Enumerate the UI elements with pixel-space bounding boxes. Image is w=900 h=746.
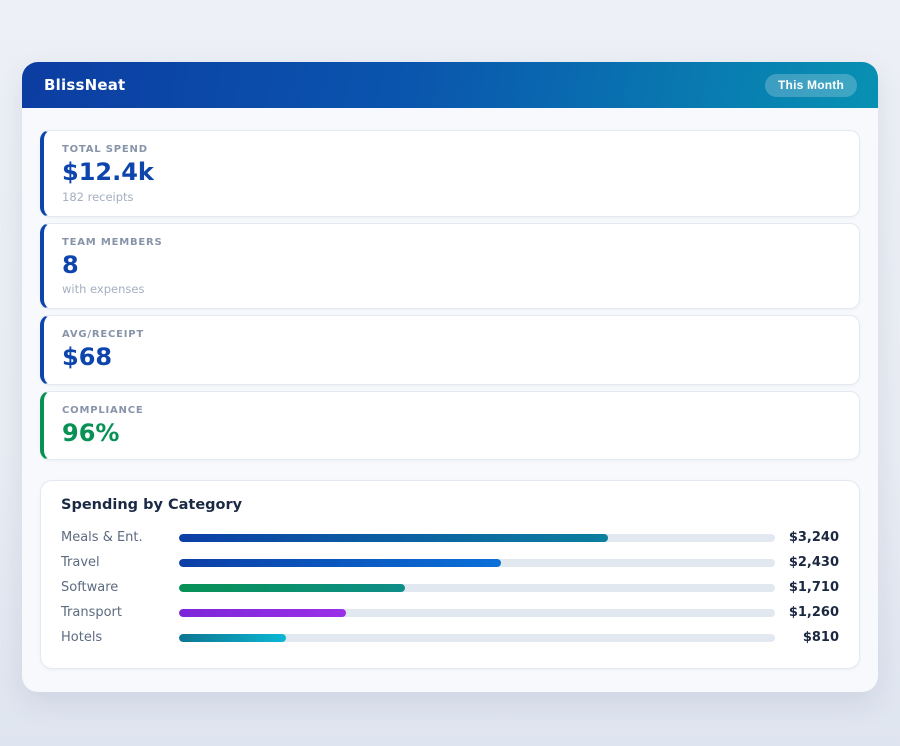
stat-card-team-members: TEAM MEMBERS 8 with expenses [40,223,860,310]
dashboard-window: BlissNeat This Month TOTAL SPEND $12.4k … [22,62,878,692]
spending-by-category-chart: Spending by Category Meals & Ent. $3,240… [40,480,860,669]
period-badge[interactable]: This Month [765,74,857,97]
category-value: $2,430 [775,555,839,570]
category-value: $1,710 [775,580,839,595]
dashboard-body: TOTAL SPEND $12.4k 182 receipts TEAM MEM… [22,108,878,692]
chart-row-travel: Travel $2,430 [61,550,839,575]
bar-track [179,584,775,592]
stat-value: $12.4k [62,159,841,187]
bar-transport [179,609,346,617]
stat-label: TOTAL SPEND [62,144,841,155]
stat-label: COMPLIANCE [62,405,841,416]
bar-meals [179,534,608,542]
category-value: $3,240 [775,530,839,545]
stat-label: TEAM MEMBERS [62,237,841,248]
category-label: Software [61,580,179,595]
chart-row-transport: Transport $1,260 [61,600,839,625]
stat-card-compliance: COMPLIANCE 96% [40,391,860,461]
category-label: Hotels [61,630,179,645]
bar-track [179,634,775,642]
bar-track [179,559,775,567]
bar-travel [179,559,501,567]
category-label: Travel [61,555,179,570]
stat-card-total-spend: TOTAL SPEND $12.4k 182 receipts [40,130,860,217]
chart-row-meals: Meals & Ent. $3,240 [61,525,839,550]
app-title: BlissNeat [44,76,125,94]
chart-row-hotels: Hotels $810 [61,625,839,650]
app-header: BlissNeat This Month [22,62,878,108]
stat-value: 8 [62,252,841,280]
stat-value: 96% [62,420,841,448]
stat-subtitle: with expenses [62,282,841,296]
bar-track [179,609,775,617]
bar-track [179,534,775,542]
bar-software [179,584,405,592]
stat-subtitle: 182 receipts [62,190,841,204]
category-value: $1,260 [775,605,839,620]
chart-row-software: Software $1,710 [61,575,839,600]
category-label: Meals & Ent. [61,530,179,545]
category-value: $810 [775,630,839,645]
chart-title: Spending by Category [61,497,839,513]
bar-hotels [179,634,286,642]
category-label: Transport [61,605,179,620]
stat-value: $68 [62,344,841,372]
stat-card-avg-receipt: AVG/RECEIPT $68 [40,315,860,385]
stat-label: AVG/RECEIPT [62,329,841,340]
